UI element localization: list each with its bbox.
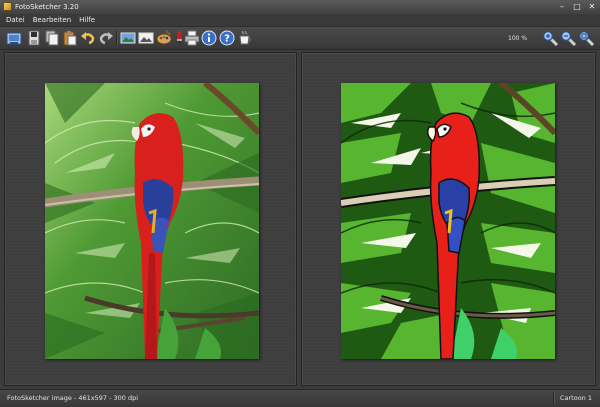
svg-text:?: ? xyxy=(224,34,230,45)
result-image-panel[interactable] xyxy=(301,52,596,386)
zoom-out-icon[interactable] xyxy=(560,30,577,47)
copy-icon[interactable] xyxy=(44,30,60,46)
menu-bar: Datei Bearbeiten Hilfe xyxy=(0,14,600,27)
zoom-fit-icon[interactable] xyxy=(578,30,595,47)
paint-palette-icon[interactable] xyxy=(156,30,172,46)
app-logo-icon xyxy=(3,2,12,11)
original-image-icon[interactable] xyxy=(120,30,136,46)
undo-icon[interactable] xyxy=(80,30,96,46)
title-bar: FotoSketcher 3.20 – □ ✕ xyxy=(0,0,600,15)
print-icon[interactable] xyxy=(184,30,200,46)
original-image-panel[interactable] xyxy=(4,52,297,386)
status-bar: FotoSketcher image - 461x597 - 300 dpi C… xyxy=(0,389,600,407)
image-info-text: FotoSketcher image - 461x597 - 300 dpi xyxy=(7,394,139,402)
zoom-level: 100 % xyxy=(508,35,528,42)
close-button[interactable]: ✕ xyxy=(586,2,598,12)
minimize-button[interactable]: – xyxy=(556,2,568,12)
redo-icon[interactable] xyxy=(98,30,114,46)
maximize-button[interactable]: □ xyxy=(571,2,583,12)
result-photo xyxy=(341,83,555,359)
help-icon[interactable]: ? xyxy=(219,30,235,46)
menu-datei[interactable]: Datei xyxy=(0,16,29,24)
toolbar: ? 100 % xyxy=(0,27,600,50)
original-photo xyxy=(45,83,259,359)
result-image-icon[interactable] xyxy=(138,30,154,46)
info-icon[interactable] xyxy=(201,30,217,46)
save-icon[interactable] xyxy=(26,30,42,46)
effect-name-text: Cartoon 1 xyxy=(559,394,592,402)
paste-icon[interactable] xyxy=(62,30,78,46)
window-title: FotoSketcher 3.20 xyxy=(15,3,79,11)
menu-bearbeiten[interactable]: Bearbeiten xyxy=(29,16,75,24)
coffee-cup-icon[interactable] xyxy=(237,30,253,46)
open-image-icon[interactable] xyxy=(6,30,22,46)
menu-hilfe[interactable]: Hilfe xyxy=(75,16,99,24)
zoom-in-icon[interactable] xyxy=(542,30,559,47)
